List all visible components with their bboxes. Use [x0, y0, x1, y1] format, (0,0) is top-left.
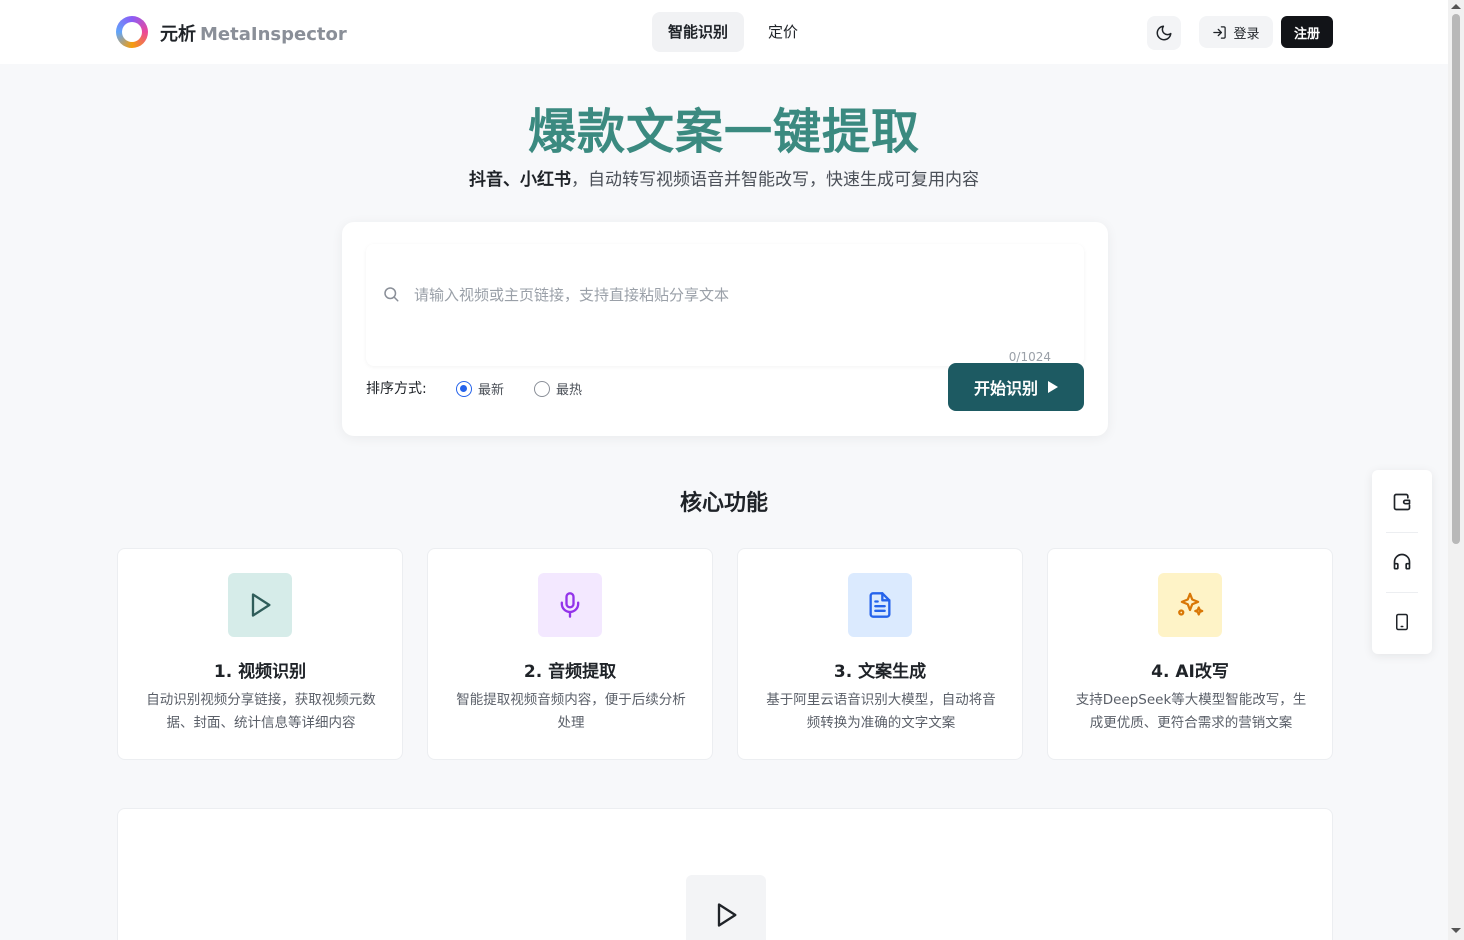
feature-icon-box	[1158, 573, 1222, 637]
feature-title: 4. AI改写	[1151, 662, 1229, 682]
link-input-field[interactable]: 请输入视频或主页链接，支持直接粘贴分享文本 0/1024	[366, 244, 1084, 366]
brand-name[interactable]: 元析 MetaInspector	[160, 20, 347, 46]
brand-name-cn: 元析	[160, 24, 196, 45]
tablet-icon	[1396, 613, 1408, 631]
video-placeholder[interactable]	[686, 875, 766, 940]
feature-title: 2. 音频提取	[523, 662, 617, 682]
play-icon	[251, 593, 271, 617]
feature-card-video-recognition: 1. 视频识别 自动识别视频分享链接，获取视频元数据、封面、统计信息等详细内容	[117, 548, 403, 760]
sort-option-label: 最热	[556, 383, 583, 398]
scroll-down-arrow-icon[interactable]	[1451, 928, 1461, 933]
feature-title: 3. 文案生成	[833, 662, 927, 682]
brand-logo[interactable]	[116, 16, 148, 48]
radio-checked-icon[interactable]	[456, 380, 472, 397]
core-features-title: 核心功能	[679, 491, 768, 516]
play-icon	[1048, 381, 1058, 393]
sort-option-hottest[interactable]: 最热	[534, 379, 582, 398]
top-header: 元析 MetaInspector 智能识别 定价 登录 注册	[0, 0, 1448, 64]
play-icon	[717, 903, 737, 927]
support-button[interactable]	[1372, 532, 1432, 592]
wallet-button[interactable]	[1372, 472, 1432, 532]
char-counter: 0/1024	[1008, 350, 1051, 364]
sort-option-label: 最新	[478, 383, 505, 398]
hero-title: 爆款文案一键提取	[527, 104, 920, 160]
feature-icon-box	[228, 573, 292, 637]
link-input-placeholder: 请输入视频或主页链接，支持直接粘贴分享文本	[414, 286, 730, 304]
feature-card-ai-rewrite: 4. AI改写 支持DeepSeek等大模型智能改写，生成更优质、更符合需求的营…	[1047, 548, 1333, 760]
nav-tab-smart-recognition[interactable]: 智能识别	[652, 12, 745, 52]
feature-card-audio-extraction: 2. 音频提取 智能提取视频音频内容，便于后续分析处理	[427, 548, 713, 760]
document-icon	[869, 592, 891, 618]
hero-subtitle-text: ，自动转写视频语音并智能改写，快速生成可复用内容	[571, 170, 979, 190]
login-icon	[1213, 25, 1227, 39]
wallet-icon	[1393, 493, 1411, 511]
start-recognition-button[interactable]: 开始识别	[948, 363, 1084, 411]
page-scrollbar[interactable]	[1448, 0, 1464, 940]
signup-button[interactable]: 注册	[1281, 16, 1333, 48]
side-float-toolbar	[1372, 470, 1432, 654]
login-label: 登录	[1233, 26, 1260, 42]
hero-subtitle-platforms: 抖音、小红书	[469, 170, 571, 190]
link-input-card: 请输入视频或主页链接，支持直接粘贴分享文本 0/1024 排序方式: 最新 最热…	[342, 222, 1108, 436]
scroll-up-arrow-icon[interactable]	[1451, 4, 1461, 9]
search-icon	[384, 287, 399, 302]
feature-description: 基于阿里云语音识别大模型，自动将音频转换为准确的文字文案	[766, 692, 996, 731]
video-preview-card	[117, 808, 1333, 940]
login-button[interactable]: 登录	[1199, 16, 1273, 48]
headset-icon	[1393, 553, 1411, 570]
feature-card-copy-generation: 3. 文案生成 基于阿里云语音识别大模型，自动将音频转换为准确的文字文案	[737, 548, 1023, 760]
moon-icon	[1156, 25, 1172, 41]
feature-icon-box	[848, 573, 912, 637]
microphone-icon	[560, 592, 580, 618]
nav-tab-pricing[interactable]: 定价	[752, 12, 814, 52]
scrollbar-thumb[interactable]	[1452, 14, 1460, 544]
mobile-app-button[interactable]	[1372, 592, 1432, 652]
feature-description: 智能提取视频音频内容，便于后续分析处理	[456, 692, 686, 731]
feature-icon-box	[538, 573, 602, 637]
hero-subtitle: 抖音、小红书，自动转写视频语音并智能改写，快速生成可复用内容	[0, 165, 1448, 190]
sort-option-latest[interactable]: 最新	[456, 379, 504, 398]
feature-description: 支持DeepSeek等大模型智能改写，生成更优质、更符合需求的营销文案	[1075, 692, 1307, 731]
radio-unchecked-icon[interactable]	[534, 380, 550, 397]
sort-label: 排序方式:	[366, 381, 427, 397]
feature-description: 自动识别视频分享链接，获取视频元数据、封面、统计信息等详细内容	[146, 692, 376, 731]
theme-toggle-button[interactable]	[1147, 16, 1181, 50]
feature-title: 1. 视频识别	[213, 662, 307, 682]
start-recognition-label: 开始识别	[973, 379, 1038, 398]
brand-name-en: MetaInspector	[200, 24, 347, 45]
sparkles-icon	[1178, 592, 1204, 616]
